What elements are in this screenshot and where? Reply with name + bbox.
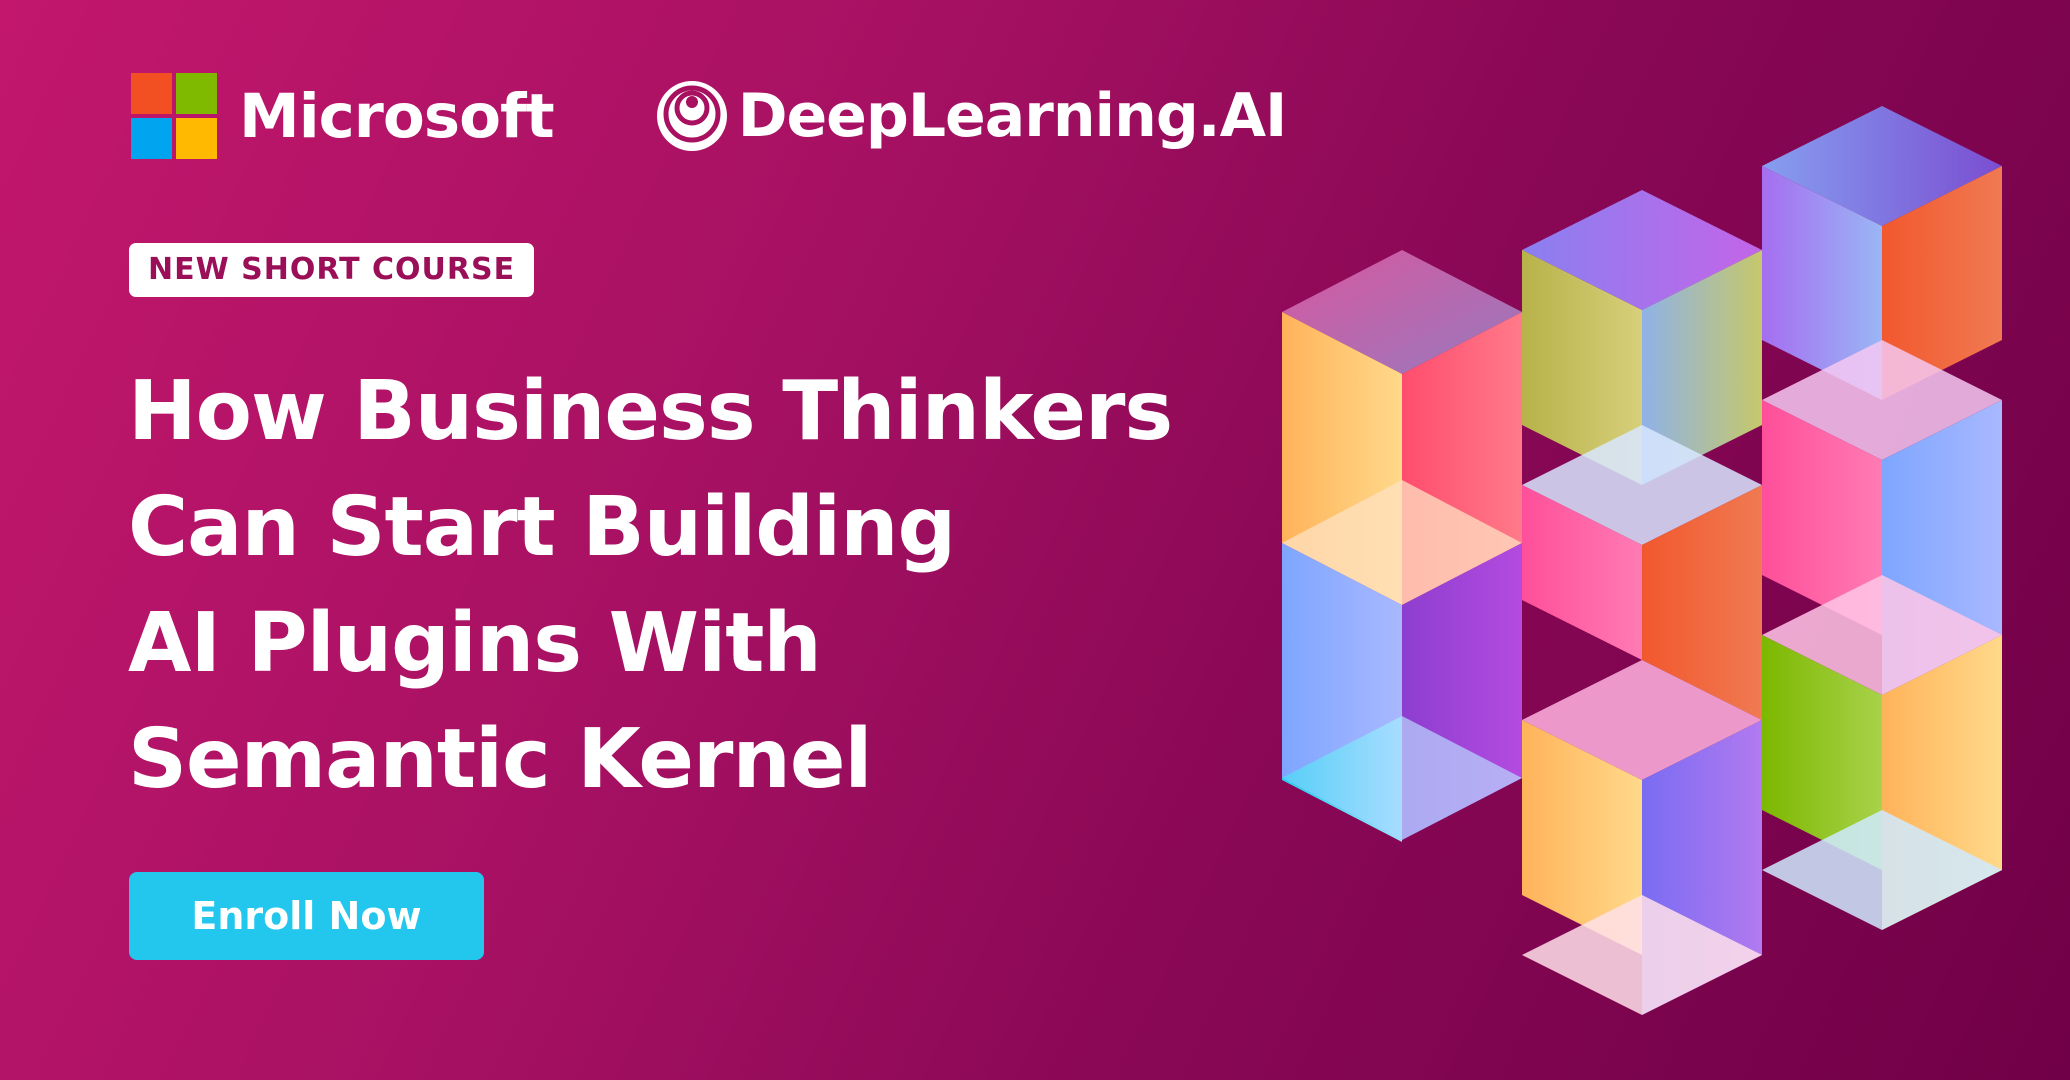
course-type-badge: NEW SHORT COURSE [129, 243, 535, 297]
course-title-line: Semantic Kernel [128, 712, 873, 807]
microsoft-wordmark: Microsoft [239, 80, 555, 152]
deeplearning-mark-icon [656, 81, 727, 151]
microsoft-blue-square [131, 118, 172, 159]
course-title-line: Can Start Building [128, 480, 956, 575]
deeplearning-wordmark: DeepLearning.AI [737, 81, 1288, 151]
logo-row: Microsoft DeepLearning.AI [131, 72, 1287, 160]
deeplearning-logo: DeepLearning.AI [654, 78, 1287, 154]
course-title-line: AI Plugins With [128, 596, 822, 691]
course-banner: { "logos": { "microsoft": { "name": "Mic… [0, 0, 2070, 1080]
course-title-line: How Business Thinkers [128, 364, 1173, 459]
cube-column-left [1282, 250, 1522, 842]
isometric-cubes-illustration [1282, 106, 2002, 1015]
cube-column-middle [1522, 190, 1762, 1015]
enroll-now-button[interactable]: Enroll Now [129, 872, 484, 960]
cube-column-right [1762, 106, 2002, 930]
microsoft-green-square [176, 73, 217, 114]
course-title: How Business Thinkers Can Start Building… [128, 354, 1258, 818]
microsoft-red-square [131, 73, 172, 114]
microsoft-logo: Microsoft [131, 73, 555, 159]
microsoft-grid-icon [131, 73, 217, 159]
microsoft-yellow-square [176, 118, 217, 159]
